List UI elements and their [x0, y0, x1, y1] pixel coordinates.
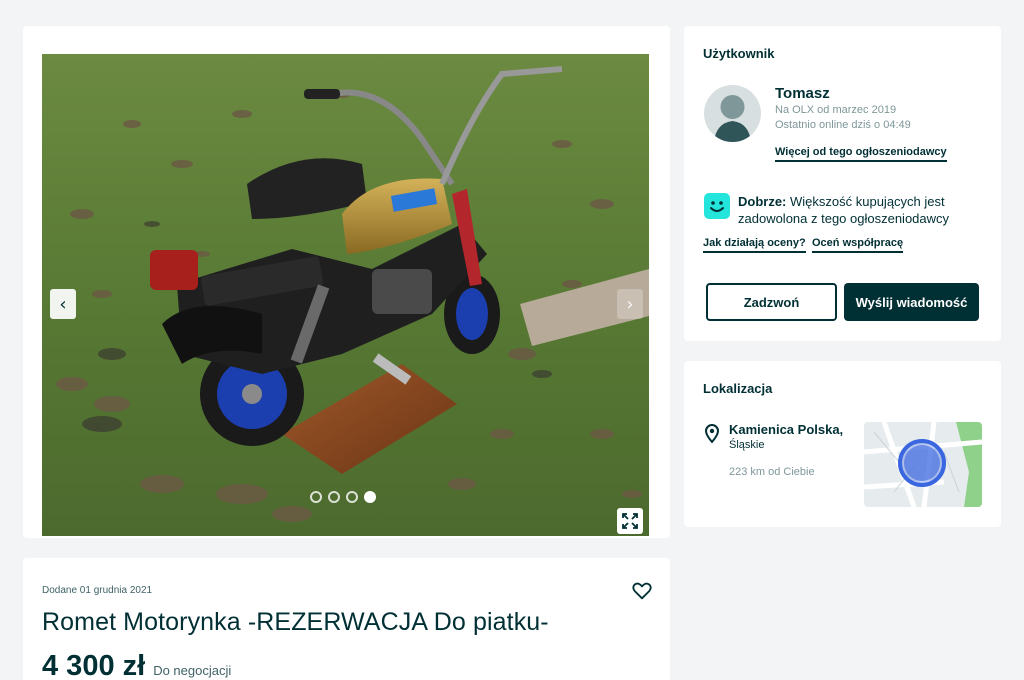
call-button[interactable]: Zadzwoń — [706, 283, 837, 321]
negotiable-label: Do negocjacji — [153, 663, 232, 678]
rating-label: Dobrze: — [738, 194, 787, 209]
price-row: 4 300 zł Do negocjacji — [42, 650, 231, 680]
more-from-seller-link[interactable]: Więcej od tego ogłoszeniodawcy — [775, 146, 947, 162]
smile-icon — [704, 193, 730, 219]
rating-text: Dobrze: Większość kupujących jest zadowo… — [738, 193, 988, 227]
ad-title: Romet Motorynka -REZERWACJA Do piatku- — [42, 608, 549, 636]
gallery-dot[interactable] — [310, 491, 322, 503]
listing-details: Dodane 01 grudnia 2021 Romet Motorynka -… — [23, 558, 670, 680]
gallery-pagination — [310, 491, 376, 503]
gallery-dot-active[interactable] — [364, 491, 376, 503]
gallery-dot[interactable] — [346, 491, 358, 503]
fullscreen-button[interactable] — [617, 508, 643, 534]
user-heading: Użytkownik — [703, 46, 775, 61]
motorbike-photo — [42, 54, 649, 536]
map-icon — [864, 422, 982, 507]
location-card: Lokalizacja Kamienica Polska, Śląskie 22… — [684, 361, 1001, 527]
chevron-left-icon[interactable]: ‹ — [50, 289, 76, 319]
send-message-button[interactable]: Wyślij wiadomość — [844, 283, 979, 321]
avatar — [704, 85, 761, 142]
region: Śląskie — [729, 439, 765, 451]
chevron-right-icon[interactable]: › — [617, 289, 643, 319]
gallery-dot[interactable] — [328, 491, 340, 503]
member-since: Na OLX od marzec 2019 — [775, 104, 897, 116]
location-pin-icon — [704, 423, 720, 444]
map-thumbnail[interactable] — [864, 422, 982, 507]
expand-icon — [622, 513, 638, 529]
added-date: Dodane 01 grudnia 2021 — [42, 585, 153, 596]
listing-photo[interactable]: ‹ › — [42, 54, 649, 536]
rate-cooperation-link[interactable]: Oceń współpracę — [812, 237, 904, 253]
location-heading: Lokalizacja — [703, 381, 773, 396]
price: 4 300 zł — [42, 650, 146, 680]
user-avatar-icon — [704, 85, 761, 142]
city: Kamienica Polska, — [729, 422, 844, 437]
user-name: Tomasz — [775, 85, 830, 102]
how-ratings-work-link[interactable]: Jak działają oceny? — [703, 237, 806, 253]
distance: 223 km od Ciebie — [729, 466, 815, 478]
user-card: Użytkownik Tomasz Na OLX od marzec 2019 … — [684, 26, 1001, 341]
heart-icon[interactable] — [631, 580, 653, 602]
last-online: Ostatnio online dziś o 04:49 — [775, 119, 911, 131]
image-gallery: ‹ › — [23, 26, 670, 538]
